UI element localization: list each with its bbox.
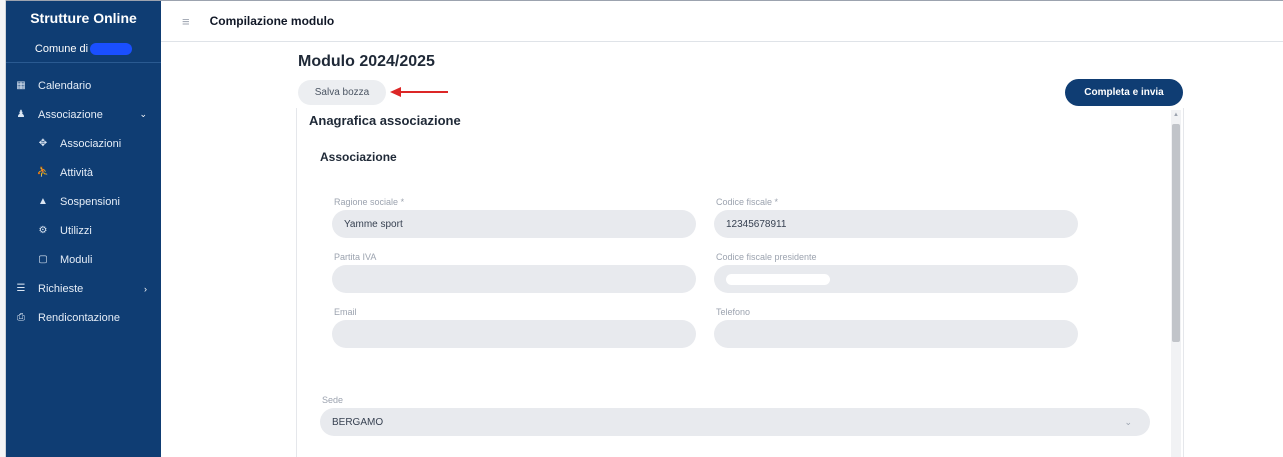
sidebar-item-associazione[interactable]: ♟ Associazione ⌄ bbox=[6, 100, 161, 129]
sidebar-item-rendicontazione[interactable]: ⎙ Rendicontazione bbox=[6, 303, 161, 332]
email-label: Email bbox=[334, 307, 357, 317]
calendar-icon: ▦ bbox=[16, 80, 26, 91]
complete-and-send-button[interactable]: Completa e invia bbox=[1065, 79, 1183, 106]
telefono-label: Telefono bbox=[716, 307, 751, 317]
section-title: Anagrafica associazione bbox=[309, 113, 461, 128]
page-title: Modulo 2024/2025 bbox=[298, 53, 435, 70]
chevron-right-icon: › bbox=[144, 283, 147, 294]
sede-label: Sede bbox=[322, 395, 344, 405]
list-icon: ☰ bbox=[16, 283, 26, 294]
codice-fiscale-presidente-input[interactable] bbox=[714, 265, 1078, 293]
telefono-input[interactable] bbox=[714, 320, 1078, 348]
subsection-title: Associazione bbox=[320, 150, 397, 164]
partita-iva-label: Partita IVA bbox=[334, 252, 377, 262]
page-header-title: Compilazione modulo bbox=[209, 14, 335, 28]
comune-prefix: Comune di bbox=[34, 42, 89, 55]
run-icon: ⛹ bbox=[36, 167, 50, 178]
warning-icon: ▲ bbox=[38, 196, 48, 207]
sidebar-item-attivita[interactable]: ⛹ Attività bbox=[6, 158, 161, 187]
email-input[interactable] bbox=[332, 320, 696, 348]
partita-iva-input[interactable] bbox=[332, 265, 696, 293]
scroll-up-icon[interactable]: ▲ bbox=[1171, 110, 1181, 120]
sidebar-item-label: Moduli bbox=[60, 253, 93, 266]
sidebar-item-label: Associazioni bbox=[60, 137, 122, 150]
redacted-comune-name bbox=[90, 42, 133, 55]
print-icon: ⎙ bbox=[17, 312, 25, 323]
sidebar-item-calendario[interactable]: ▦ Calendario bbox=[6, 71, 161, 100]
file-icon: ▢ bbox=[38, 254, 48, 265]
sidebar-item-label: Rendicontazione bbox=[38, 311, 120, 324]
sidebar: Strutture Online Comune di ▦ Calendario … bbox=[6, 1, 161, 457]
annotation-arrow-icon bbox=[390, 87, 448, 97]
codice-fiscale-label: Codice fiscale * bbox=[716, 197, 779, 207]
save-draft-button[interactable]: Salva bozza bbox=[298, 80, 386, 105]
sidebar-item-label: Calendario bbox=[38, 79, 92, 92]
codice-fiscale-input[interactable]: 12345678911 bbox=[714, 210, 1078, 238]
sidebar-item-label: Attività bbox=[60, 166, 94, 179]
sidebar-item-richieste[interactable]: ☰ Richieste › bbox=[6, 274, 161, 303]
gear-icon: ⚙ bbox=[38, 225, 48, 236]
sidebar-item-sospensioni[interactable]: ▲ Sospensioni bbox=[6, 187, 161, 216]
app-brand: Strutture Online bbox=[30, 10, 137, 26]
comune-label: Comune di bbox=[6, 35, 161, 63]
sidebar-item-label: Associazione bbox=[38, 108, 103, 121]
group-icon: ♟ bbox=[16, 109, 26, 120]
sidebar-item-moduli[interactable]: ▢ Moduli bbox=[6, 245, 161, 274]
sidebar-item-utilizzi[interactable]: ⚙ Utilizzi bbox=[6, 216, 161, 245]
scrollbar-thumb[interactable] bbox=[1172, 124, 1180, 342]
top-bar: ≡ Compilazione modulo bbox=[161, 1, 1283, 42]
sidebar-item-label: Utilizzi bbox=[60, 224, 92, 237]
menu-icon[interactable]: ≡ bbox=[182, 14, 190, 29]
chevron-down-icon: ⌄ bbox=[1124, 416, 1132, 427]
sidebar-nav: ▦ Calendario ♟ Associazione ⌄ ✥ Associaz… bbox=[6, 63, 161, 332]
codice-fiscale-presidente-label: Codice fiscale presidente bbox=[716, 252, 817, 262]
ragione-sociale-label: Ragione sociale * bbox=[334, 197, 405, 207]
redacted-value bbox=[726, 273, 830, 285]
ragione-sociale-input[interactable]: Yamme sport bbox=[332, 210, 696, 238]
sidebar-item-associazioni[interactable]: ✥ Associazioni bbox=[6, 129, 161, 158]
handshake-icon: ✥ bbox=[38, 138, 48, 149]
sidebar-item-label: Sospensioni bbox=[60, 195, 120, 208]
sede-select[interactable]: BERGAMO ⌄ bbox=[320, 408, 1150, 436]
sidebar-item-label: Richieste bbox=[38, 282, 84, 295]
chevron-down-icon: ⌄ bbox=[139, 109, 147, 119]
